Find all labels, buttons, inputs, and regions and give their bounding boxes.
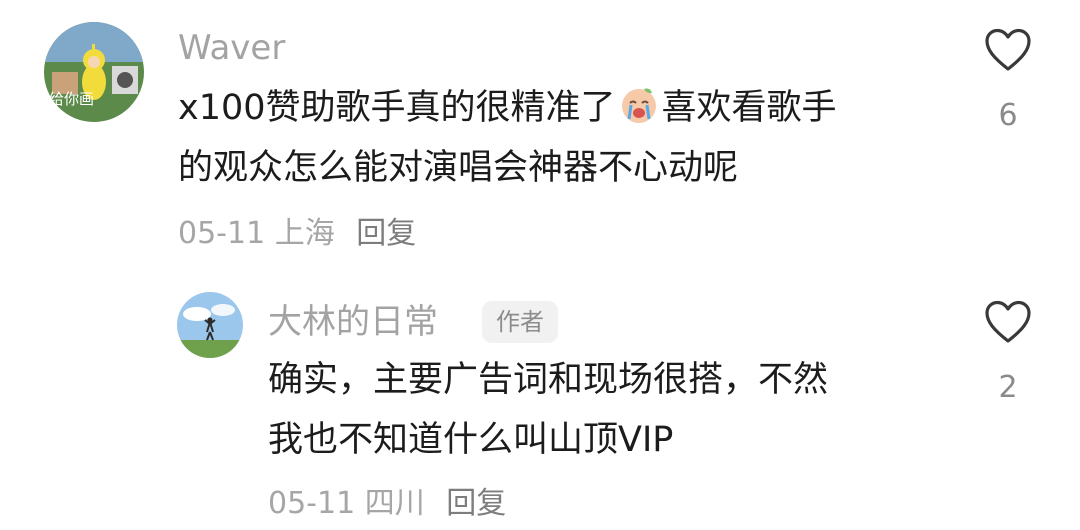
reply-meta: 05-11 四川 回复 [268,484,506,524]
reply-location: 四川 [364,486,425,521]
author-badge: 作者 [482,301,558,343]
comment-text-line-1: x100赞助歌手真的很精准了 喜欢看歌手 [178,78,837,138]
comment-meta: 05-11 上海 回复 [178,214,416,254]
comment-text-segment: x100赞助歌手真的很精准了 [178,88,616,128]
reply-text-line-1: 确实，主要广告词和现场很搭，不然 [268,360,829,400]
like-count: 2 [998,370,1018,405]
crying-face-emoji-icon [618,83,660,125]
reply-date: 05-11 [268,486,356,521]
heart-outline-icon[interactable] [984,28,1032,72]
avatar-caption: 给你画 [49,90,94,108]
reply-item: 大林的日常 作者 确实，主要广告词和现场很搭，不然 我也不知道什么叫山顶VIP … [0,270,1080,530]
reply-text: 确实，主要广告词和现场很搭，不然 我也不知道什么叫山顶VIP [268,350,828,470]
comment-text-line-2: 的观众怎么能对演唱会神器不心动呢 [178,148,739,188]
reply-button[interactable]: 回复 [446,486,506,521]
comment-location: 上海 [274,216,335,251]
comment-date: 05-11 [178,216,266,251]
like-control: 2 [978,300,1038,406]
like-control: 6 [978,28,1038,134]
comment-text-segment: 喜欢看歌手 [661,88,837,128]
reply-button[interactable]: 回复 [356,216,416,251]
reply-text-line-2: 我也不知道什么叫山顶VIP [268,420,674,460]
avatar-image [177,292,243,358]
like-count: 6 [998,98,1018,133]
avatar[interactable] [177,292,243,358]
comment-text: x100赞助歌手真的很精准了 喜欢看歌手 的观众怎么能对演唱会神器不心动呢 [178,78,837,198]
avatar-image: 给你画 [44,22,144,122]
comment-item: 给你画 Waver x100赞助歌手真的很精准了 喜欢看歌手 的观众怎么能对演唱会… [0,0,1080,270]
comment-username[interactable]: Waver [178,28,285,68]
heart-outline-icon[interactable] [984,300,1032,344]
avatar[interactable]: 给你画 [44,22,144,122]
reply-username[interactable]: 大林的日常 [268,302,438,342]
